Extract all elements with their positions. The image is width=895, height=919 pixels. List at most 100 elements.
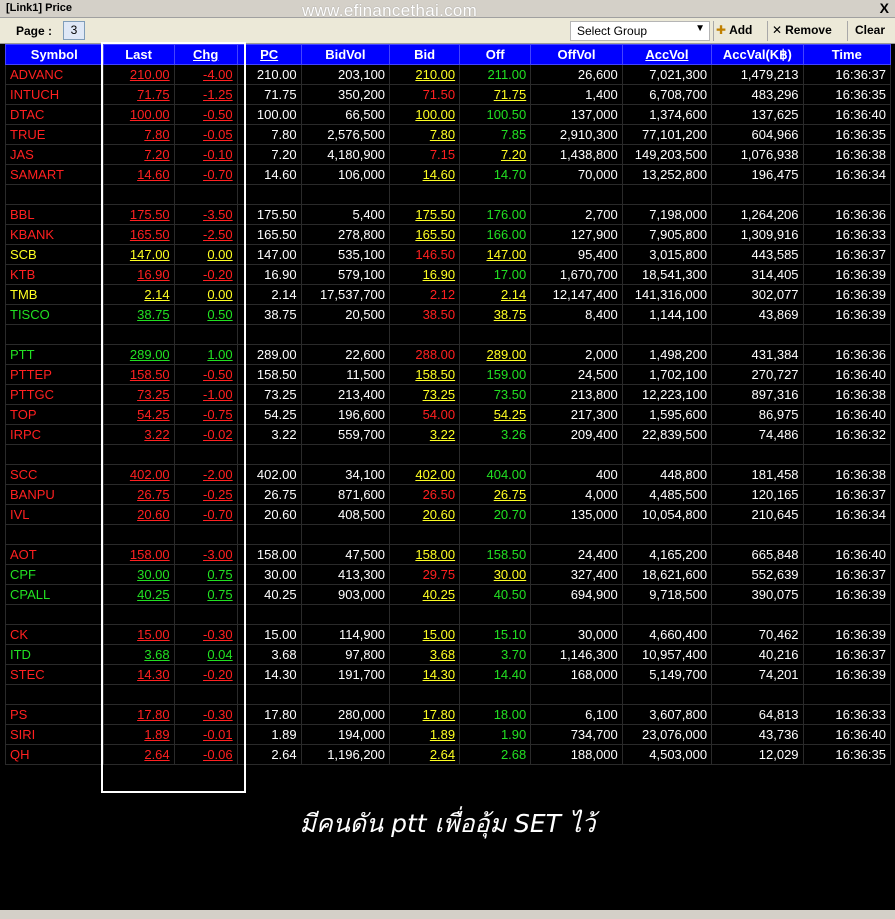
column-header-accvol[interactable]: AccVol <box>621 44 713 65</box>
table-row[interactable]: KTB 16.90 -0.20 16.90 579,100 16.90 17.00 1,670… <box>5 264 892 285</box>
column-header-bid[interactable]: Bid <box>389 44 461 65</box>
cell-symbol[interactable]: SIRI <box>5 724 104 745</box>
column-header-symbol[interactable]: Symbol <box>5 44 104 65</box>
column-header-accval[interactable]: AccVal(K฿) <box>711 44 804 65</box>
close-icon[interactable]: X <box>880 0 889 16</box>
cell-symbol[interactable]: PTTGC <box>5 384 104 405</box>
table-row[interactable]: SCC 402.00 -2.00 402.00 34,100 402.00 404.00 40… <box>5 464 892 485</box>
cell-symbol[interactable]: SCC <box>5 464 104 485</box>
table-row[interactable]: SAMART 14.60 -0.70 14.60 106,000 14.60 14.70 70… <box>5 164 892 185</box>
cell-pc: 147.00 <box>236 244 302 265</box>
table-row[interactable]: INTUCH 71.75 -1.25 71.75 350,200 71.50 71.75 1,… <box>5 84 892 105</box>
cell-symbol[interactable]: KTB <box>5 264 104 285</box>
table-row[interactable]: TMB 2.14 0.00 2.14 17,537,700 2.12 2.14 12,147,… <box>5 284 892 305</box>
spacer-cell <box>102 524 175 545</box>
cell-last: 17.80 <box>102 704 175 725</box>
cell-symbol[interactable]: PTTEP <box>5 364 104 385</box>
table-row[interactable]: ITD 3.68 0.04 3.68 97,800 3.68 3.70 1,146,300 10… <box>5 644 892 665</box>
cell-accvol: 1,374,600 <box>621 104 713 125</box>
table-row[interactable]: CPF 30.00 0.75 30.00 413,300 29.75 30.00 327,40… <box>5 564 892 585</box>
table-row[interactable]: DTAC 100.00 -0.50 100.00 66,500 100.00 100.50 1… <box>5 104 892 125</box>
table-row[interactable]: AOT 158.00 -3.00 158.00 47,500 158.00 158.50 24… <box>5 544 892 565</box>
table-row[interactable]: IRPC 3.22 -0.02 3.22 559,700 3.22 3.26 209,400 2… <box>5 424 892 445</box>
cell-symbol[interactable]: JAS <box>5 144 104 165</box>
cell-time: 16:36:40 <box>802 544 892 565</box>
cell-symbol[interactable]: TMB <box>5 284 104 305</box>
table-row[interactable]: TISCO 38.75 0.50 38.75 20,500 38.50 38.75 8,400… <box>5 304 892 325</box>
table-row[interactable]: CPALL 40.25 0.75 40.25 903,000 40.25 40.50 694,… <box>5 584 892 605</box>
table-row[interactable]: CK 15.00 -0.30 15.00 114,900 15.00 15.10 30,000… <box>5 624 892 645</box>
spacer-cell <box>621 184 713 205</box>
cell-symbol[interactable]: CPALL <box>5 584 104 605</box>
table-row[interactable]: SIRI 1.89 -0.01 1.89 194,000 1.89 1.90 734,700 2… <box>5 724 892 745</box>
column-header-chg[interactable]: Chg <box>173 44 238 65</box>
cell-symbol[interactable]: QH <box>5 744 104 765</box>
table-row[interactable]: STEC 14.30 -0.20 14.30 191,700 14.30 14.40 168,… <box>5 664 892 685</box>
page-input[interactable]: 3 <box>63 21 85 40</box>
cell-symbol[interactable]: DTAC <box>5 104 104 125</box>
cell-bidvol: 903,000 <box>300 584 391 605</box>
cell-symbol[interactable]: IVL <box>5 504 104 525</box>
table-row[interactable]: TRUE 7.80 -0.05 7.80 2,576,500 7.80 7.85 2,910,… <box>5 124 892 145</box>
cell-symbol[interactable]: TOP <box>5 404 104 425</box>
column-header-bidvol[interactable]: BidVol <box>300 44 391 65</box>
cell-symbol[interactable]: IRPC <box>5 424 104 445</box>
cell-symbol[interactable]: PS <box>5 704 104 725</box>
cell-symbol[interactable]: PTT <box>5 344 104 365</box>
column-header-time[interactable]: Time <box>802 44 892 65</box>
table-row[interactable]: PS 17.80 -0.30 17.80 280,000 17.80 18.00 6,100 3… <box>5 704 892 725</box>
spacer-cell <box>102 604 175 625</box>
spacer-cell <box>459 604 532 625</box>
table-row[interactable]: PTTEP 158.50 -0.50 158.50 11,500 158.50 159.00… <box>5 364 892 385</box>
cell-time: 16:36:39 <box>802 584 892 605</box>
table-row[interactable]: PTT 289.00 1.00 289.00 22,600 288.00 289.00 2,0… <box>5 344 892 365</box>
spacer-cell <box>5 684 104 705</box>
cell-time: 16:36:36 <box>802 204 892 225</box>
cell-chg: -1.25 <box>173 84 238 105</box>
spacer-cell <box>459 524 532 545</box>
column-header-offvol[interactable]: OffVol <box>530 44 623 65</box>
cell-symbol[interactable]: BBL <box>5 204 104 225</box>
add-button[interactable]: ✚ Add <box>716 23 752 37</box>
table-row[interactable]: TOP 54.25 -0.75 54.25 196,600 54.00 54.25 217,3… <box>5 404 892 425</box>
cell-bid: 3.68 <box>389 644 461 665</box>
table-row[interactable]: KBANK 165.50 -2.50 165.50 278,800 165.50 166.0… <box>5 224 892 245</box>
group-select[interactable]: Select Group ▼ <box>570 21 710 41</box>
cell-symbol[interactable]: AOT <box>5 544 104 565</box>
cell-offvol: 1,670,700 <box>530 264 623 285</box>
table-row[interactable]: BANPU 26.75 -0.25 26.75 871,600 26.50 26.75 4,0… <box>5 484 892 505</box>
table-row[interactable]: QH 2.64 -0.06 2.64 1,196,200 2.64 2.68 188,000 4… <box>5 744 892 765</box>
table-row[interactable]: PTTGC 73.25 -1.00 73.25 213,400 73.25 73.50 213… <box>5 384 892 405</box>
cell-last: 26.75 <box>102 484 175 505</box>
table-row[interactable]: IVL 20.60 -0.70 20.60 408,500 20.60 20.70 135,0… <box>5 504 892 525</box>
table-row[interactable]: JAS 7.20 -0.10 7.20 4,180,900 7.15 7.20 1,438,8… <box>5 144 892 165</box>
cell-last: 158.50 <box>102 364 175 385</box>
column-header-off[interactable]: Off <box>459 44 532 65</box>
table-row[interactable]: BBL 175.50 -3.50 175.50 5,400 175.50 176.00 2,7… <box>5 204 892 225</box>
column-header-last[interactable]: Last <box>102 44 175 65</box>
cell-off: 3.26 <box>459 424 532 445</box>
cell-symbol[interactable]: KBANK <box>5 224 104 245</box>
cell-symbol[interactable]: STEC <box>5 664 104 685</box>
clear-button[interactable]: Clear <box>855 23 885 37</box>
cell-symbol[interactable]: SAMART <box>5 164 104 185</box>
table-row[interactable]: ADVANC 210.00 -4.00 210.00 203,100 210.00 211.… <box>5 64 892 85</box>
cell-symbol[interactable]: ADVANC <box>5 64 104 85</box>
cell-symbol[interactable]: TISCO <box>5 304 104 325</box>
cell-symbol[interactable]: ITD <box>5 644 104 665</box>
cell-time: 16:36:37 <box>802 564 892 585</box>
cell-bid: 158.00 <box>389 544 461 565</box>
remove-button[interactable]: ✕ Remove <box>772 23 832 37</box>
spacer-cell <box>530 524 623 545</box>
cell-symbol[interactable]: CPF <box>5 564 104 585</box>
cell-symbol[interactable]: BANPU <box>5 484 104 505</box>
cell-offvol: 327,400 <box>530 564 623 585</box>
cell-symbol[interactable]: INTUCH <box>5 84 104 105</box>
cell-symbol[interactable]: CK <box>5 624 104 645</box>
cell-pc: 40.25 <box>236 584 302 605</box>
table-row[interactable]: SCB 147.00 0.00 147.00 535,100 146.50 147.00 95… <box>5 244 892 265</box>
cell-symbol[interactable]: SCB <box>5 244 104 265</box>
column-header-pc[interactable]: PC <box>236 44 302 65</box>
cell-accvol: 1,702,100 <box>621 364 713 385</box>
cell-symbol[interactable]: TRUE <box>5 124 104 145</box>
